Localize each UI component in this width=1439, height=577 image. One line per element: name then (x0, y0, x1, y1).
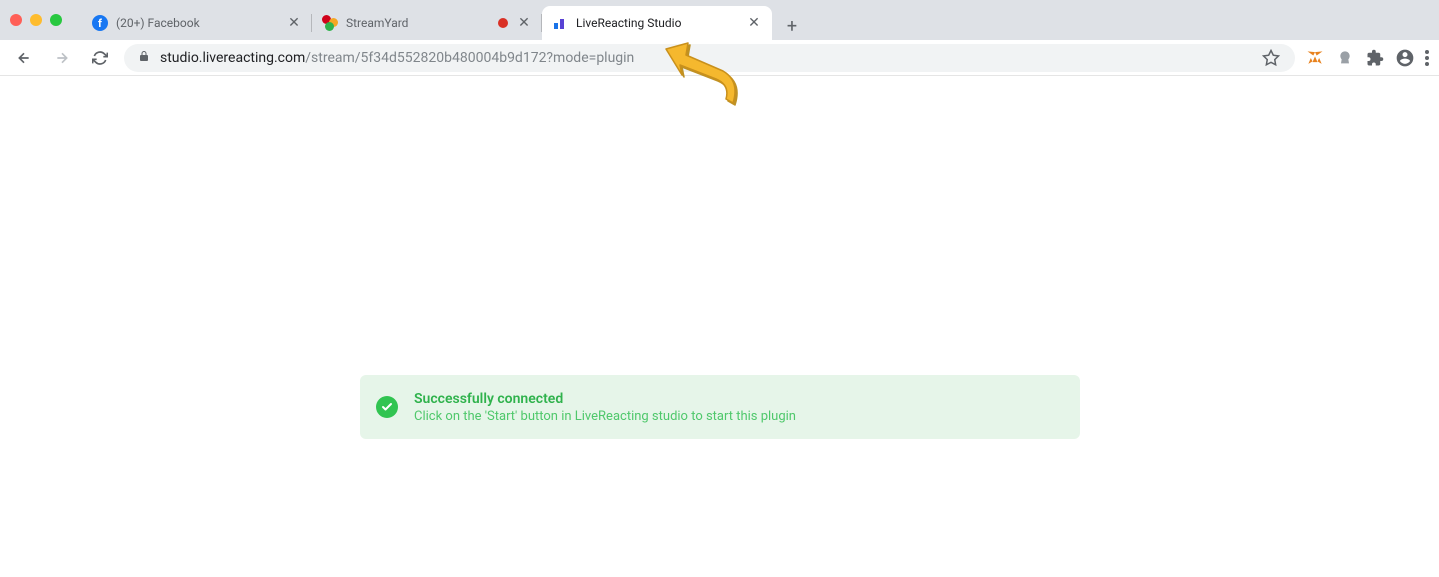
livereacting-favicon (552, 15, 568, 31)
success-alert: Successfully connected Click on the 'Sta… (360, 375, 1080, 439)
toolbar-right (1305, 48, 1429, 68)
window-minimize-button[interactable] (30, 14, 42, 26)
tab-streamyard[interactable]: StreamYard ✕ (312, 6, 542, 40)
recording-indicator-icon (498, 18, 508, 28)
tab-close-button[interactable]: ✕ (286, 15, 302, 31)
alert-content: Successfully connected Click on the 'Sta… (414, 391, 796, 424)
back-button[interactable] (10, 44, 38, 72)
facebook-favicon: f (92, 15, 108, 31)
tab-livereacting[interactable]: LiveReacting Studio ✕ (542, 6, 772, 40)
extensions-puzzle-icon[interactable] (1365, 48, 1385, 68)
new-tab-button[interactable]: + (778, 12, 806, 40)
url-text: studio.livereacting.com/stream/5f34d5528… (160, 50, 634, 66)
window-controls (10, 14, 62, 26)
tab-title: (20+) Facebook (116, 16, 286, 30)
reload-button[interactable] (86, 44, 114, 72)
streamyard-favicon (322, 15, 338, 31)
window-maximize-button[interactable] (50, 14, 62, 26)
tab-facebook[interactable]: f (20+) Facebook ✕ (82, 6, 312, 40)
browser-toolbar: studio.livereacting.com/stream/5f34d5528… (0, 40, 1439, 76)
tab-close-button[interactable]: ✕ (746, 15, 762, 31)
profile-button[interactable] (1395, 48, 1415, 68)
chrome-menu-button[interactable] (1425, 48, 1429, 68)
check-circle-icon (376, 396, 398, 418)
page-content: Successfully connected Click on the 'Sta… (0, 76, 1439, 577)
forward-button[interactable] (48, 44, 76, 72)
tab-strip: f (20+) Facebook ✕ StreamYard ✕ LiveReac… (0, 0, 1439, 40)
lock-icon (138, 49, 150, 67)
window-close-button[interactable] (10, 14, 22, 26)
tabs-container: f (20+) Facebook ✕ StreamYard ✕ LiveReac… (82, 0, 806, 40)
tab-title: StreamYard (346, 16, 498, 30)
bookmark-star-button[interactable] (1261, 48, 1281, 68)
extension-icon[interactable] (1335, 48, 1355, 68)
tab-title: LiveReacting Studio (576, 16, 746, 30)
alert-description: Click on the 'Start' button in LiveReact… (414, 409, 796, 424)
tab-close-button[interactable]: ✕ (516, 15, 532, 31)
alert-title: Successfully connected (414, 391, 796, 407)
address-bar[interactable]: studio.livereacting.com/stream/5f34d5528… (124, 44, 1295, 72)
metamask-extension-icon[interactable] (1305, 48, 1325, 68)
